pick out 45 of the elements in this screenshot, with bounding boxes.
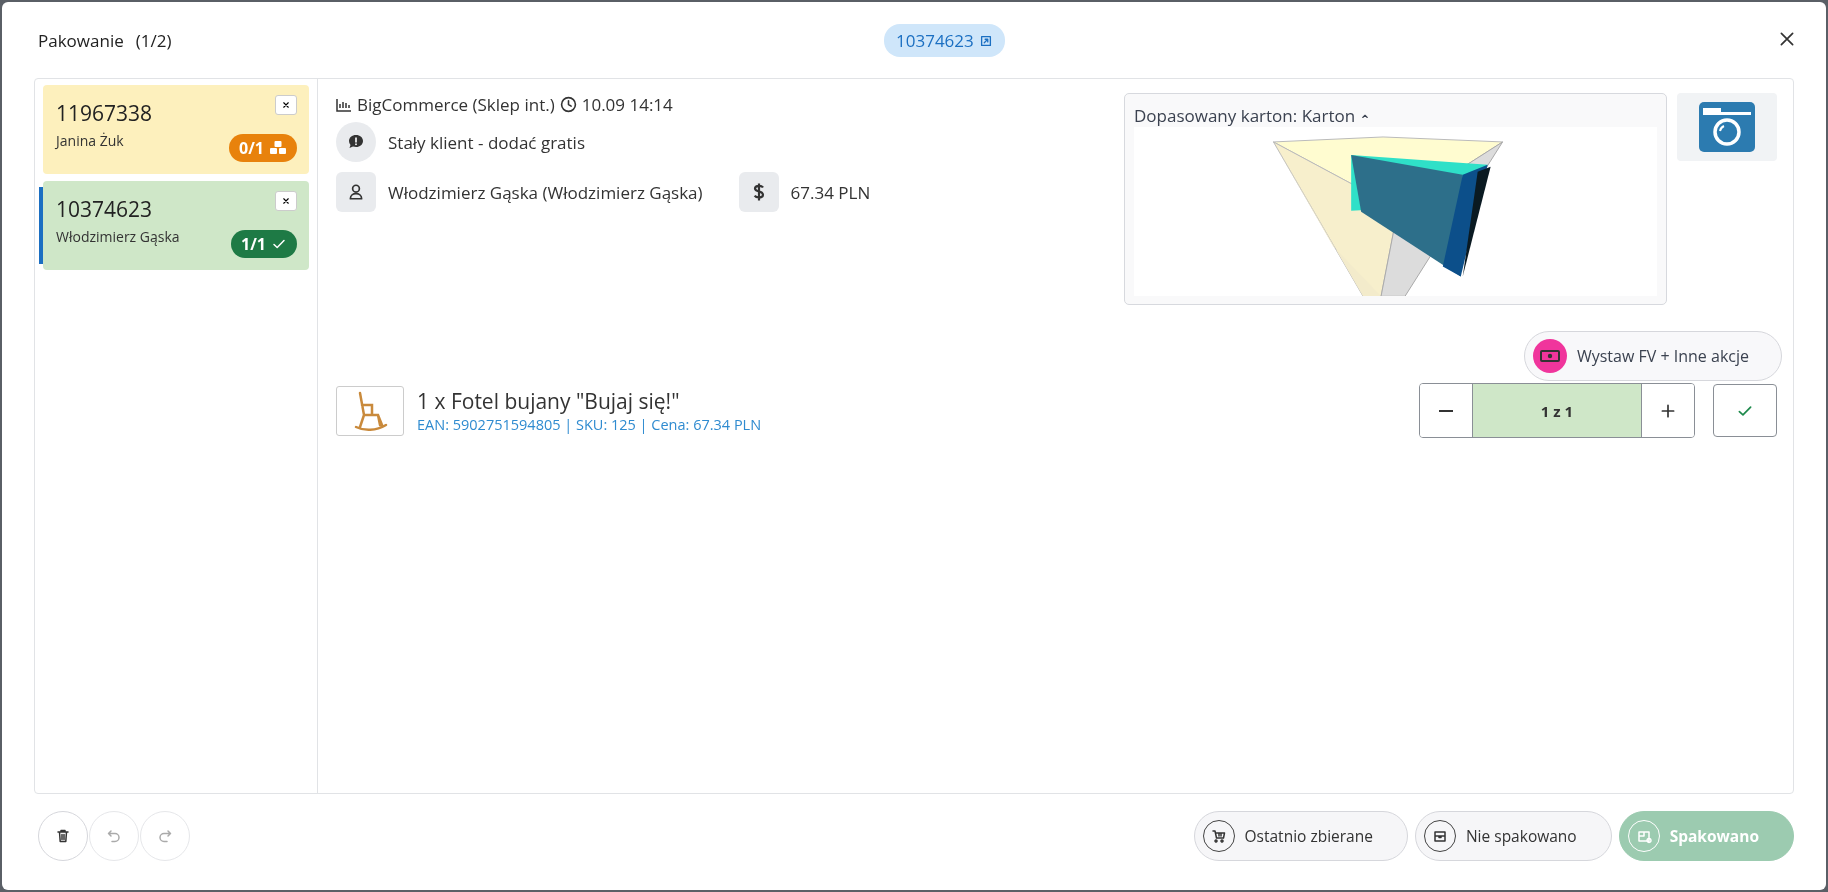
order-note: Stały klient - dodać gratis <box>388 130 585 154</box>
remove-button[interactable] <box>275 191 297 211</box>
banknote-icon <box>1539 349 1560 363</box>
box-icon <box>1635 828 1652 844</box>
camera-button[interactable] <box>1677 93 1777 161</box>
order-number: 11967338 <box>56 99 153 127</box>
undo-icon <box>106 828 122 844</box>
clock-icon <box>559 96 577 113</box>
box-icon <box>1431 828 1448 844</box>
order-date: 10.09 14:14 <box>581 93 673 116</box>
trash-icon <box>55 828 71 844</box>
carton-toggle[interactable]: Dopasowany karton: Karton <box>1134 104 1372 127</box>
footer-button[interactable]: Nie spakowano <box>1414 811 1612 861</box>
order-link[interactable]: 10374623 <box>884 24 1005 57</box>
customer-details: Włodzimierz Gąska (Włodzimierz Gąska) <box>388 180 703 204</box>
bar-chart-icon <box>336 97 352 112</box>
footer-button[interactable]: Ostatnio zbierane <box>1193 811 1408 861</box>
quantity-counter: 1 z 1 <box>1472 384 1642 437</box>
redo-icon <box>157 828 173 844</box>
dollar-icon <box>738 172 779 212</box>
product-title: 1 x Fotel bujany "Bujaj się!" <box>417 387 681 415</box>
dialog-counter: (1/2) <box>135 28 172 52</box>
order-total: 67.34 PLN <box>790 180 871 204</box>
comment-icon <box>336 122 376 162</box>
minus-icon <box>1439 409 1453 412</box>
invoice-actions-button[interactable]: Wystaw FV + Inne akcje <box>1523 331 1782 381</box>
customer-name: Włodzimierz Gąska <box>56 227 180 246</box>
order-card[interactable]: 11967338 Janina Żuk 0/1 <box>43 85 309 174</box>
progress-count: 0/1 <box>239 137 264 159</box>
dialog-title: Pakowanie <box>38 28 124 52</box>
confirm-button[interactable] <box>1713 384 1777 437</box>
order-number: 10374623 <box>56 195 153 223</box>
progress-count: 1/1 <box>241 233 266 255</box>
boxes-icon <box>269 140 287 156</box>
close-icon <box>280 195 292 207</box>
customer-name: Janina Żuk <box>56 131 124 150</box>
remove-button[interactable] <box>275 95 297 115</box>
delete-button[interactable] <box>38 811 88 861</box>
cart-icon <box>1210 828 1227 844</box>
order-source: BigCommerce (Sklep int.) <box>357 93 555 116</box>
product-details: EAN: 5902751594805 | SKU: 125 | Cena: 67.34 PLN <box>417 415 762 434</box>
close-icon <box>1778 30 1796 48</box>
camera-icon <box>1699 102 1755 152</box>
external-link-icon <box>978 33 993 48</box>
close-icon <box>280 99 292 111</box>
